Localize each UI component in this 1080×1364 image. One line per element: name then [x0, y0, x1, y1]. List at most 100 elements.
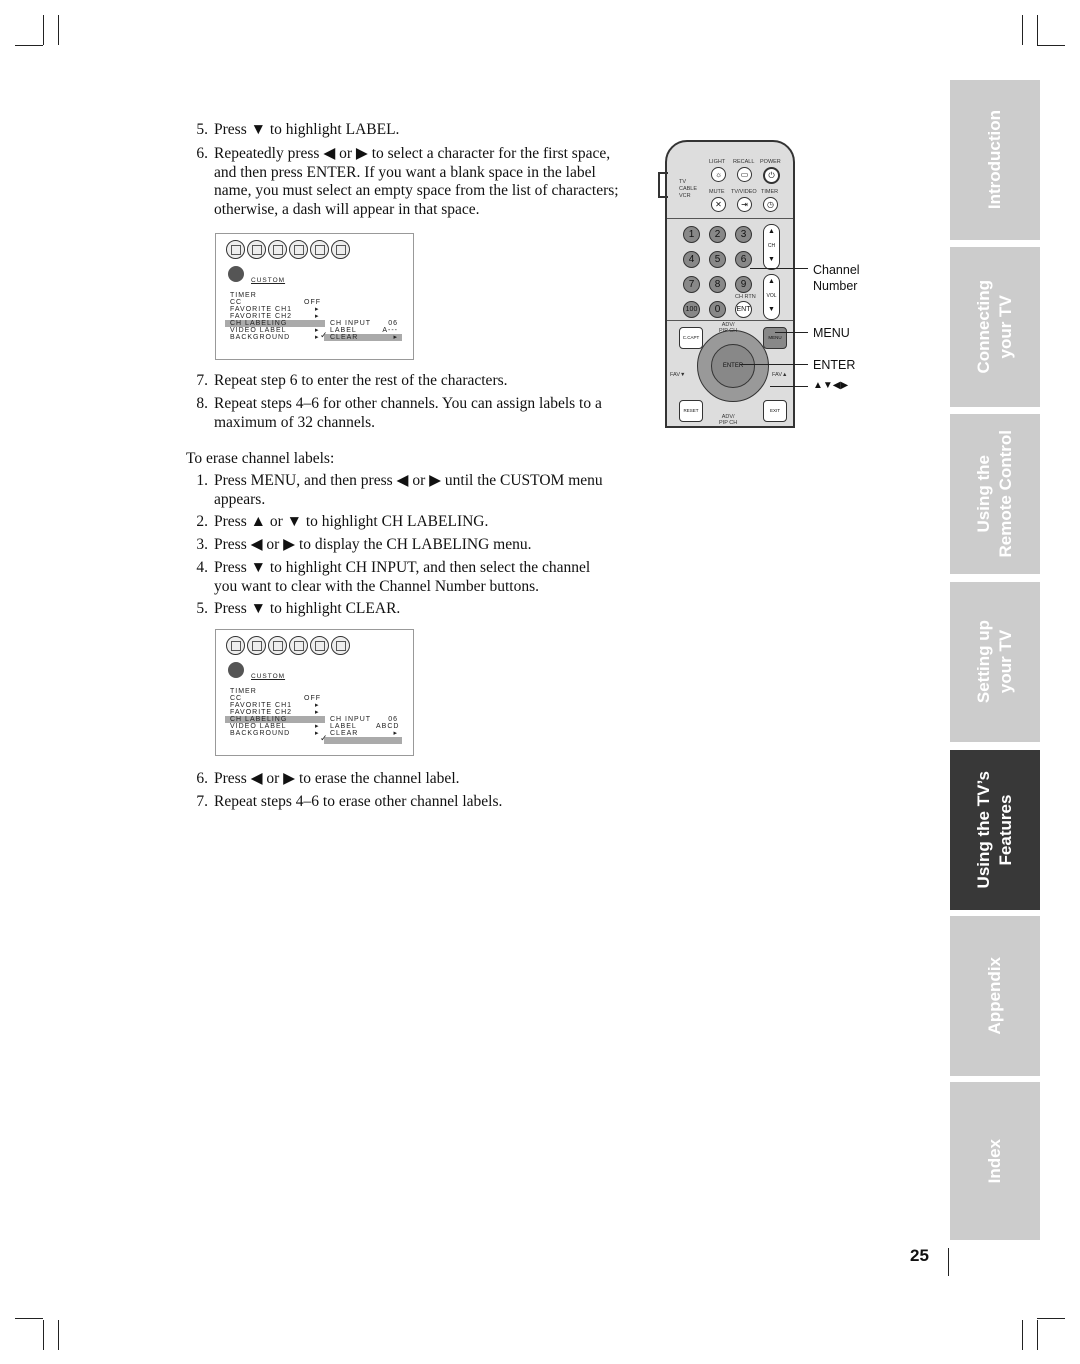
step-text: maximum of 32 channels.: [214, 413, 375, 431]
submenu-arrow: ▸: [315, 313, 320, 320]
menu-category-icon: [310, 636, 329, 655]
crop-mark: [1022, 1320, 1023, 1350]
custom-menu-screenshot-label: CUSTOM TIMER CC FAVORITE CH1 FAVORITE CH2 CH …: [215, 233, 414, 360]
step-text: Press ▼ to highlight CH INPUT, and then …: [214, 559, 591, 576]
submenu-item: CH INPUT: [330, 716, 372, 723]
step-text: Press ◀ or ▶ to display the CH LABELING …: [214, 536, 532, 553]
tab-label: Setting up your TV: [973, 620, 1017, 703]
page-number-rule: [948, 1248, 949, 1276]
menu-item: TIMER: [230, 292, 257, 299]
submenu-value: 06: [388, 320, 398, 327]
ch-label: CH: [767, 243, 776, 249]
submenu-arrow: ▸: [315, 723, 320, 730]
step-text: Repeat steps 4–6 for other channels. You…: [214, 395, 602, 412]
light-label: LIGHT: [709, 159, 726, 165]
submenu-item: CH INPUT: [330, 320, 372, 327]
tab-label-line: Appendix: [985, 957, 1004, 1035]
submenu-value: A---: [382, 327, 398, 334]
submenu-arrow: ▸: [315, 334, 320, 341]
icon-glyph: [294, 641, 304, 651]
tab-introduction[interactable]: Introduction: [950, 80, 1040, 240]
callout-line: [750, 268, 808, 269]
crop-mark: [43, 15, 44, 45]
submenu-arrow: ▸: [315, 730, 320, 737]
step-text: name, you must select an empty space fro…: [214, 182, 619, 199]
crop-mark: [15, 1318, 43, 1319]
cc-value: OFF: [304, 299, 321, 306]
mute-label: MUTE: [709, 189, 725, 195]
tab-index[interactable]: Index: [950, 1082, 1040, 1240]
crop-mark: [1037, 15, 1038, 45]
remote-control-illustration: LIGHT RECALL POWER ☼ ▭ ⏻ MUTE TV/VIDEO T…: [665, 140, 795, 428]
callout-arrows: ▲▼◀▶: [813, 380, 849, 391]
menu-item: VIDEO LABEL: [230, 327, 287, 334]
tab-setting-up-your-tv[interactable]: Setting up your TV: [950, 582, 1040, 742]
digit-button-9: 9: [735, 276, 752, 293]
tab-label-line: Using the TV’s: [974, 771, 993, 889]
menu-category-icon: [331, 636, 350, 655]
menu-category-icon: [247, 240, 266, 259]
submenu-item: CLEAR: [330, 334, 359, 341]
submenu-value: 06: [388, 716, 398, 723]
crop-mark: [58, 1320, 59, 1350]
recall-icon: ▭: [737, 167, 752, 182]
crop-mark: [1022, 15, 1023, 45]
switch-vcr: VCR: [679, 193, 691, 199]
icon-glyph: [315, 245, 325, 255]
tab-using-the-tv-s-features[interactable]: Using the TV’s Features: [950, 750, 1040, 910]
digit-button-6: 6: [735, 251, 752, 268]
step-text: Press ▼ to highlight CLEAR.: [214, 600, 401, 617]
switch-cable: CABLE: [679, 186, 698, 192]
icon-glyph: [336, 245, 346, 255]
tab-label-line: Introduction: [985, 110, 1004, 210]
timer-icon: ◷: [763, 197, 778, 212]
step-number: 7.: [196, 372, 208, 389]
tab-using-the-remote-control[interactable]: Using the Remote Control: [950, 414, 1040, 574]
menu-item: TIMER: [230, 688, 257, 695]
icon-glyph: [315, 641, 325, 651]
icon-glyph: [336, 641, 346, 651]
submenu-arrow: ▸: [315, 306, 320, 313]
step-number: 4.: [196, 559, 208, 576]
tab-label-line: your TV: [996, 630, 1015, 694]
tv-video-icon: ⇥: [737, 197, 752, 212]
tab-appendix[interactable]: Appendix: [950, 916, 1040, 1076]
menu-item: BACKGROUND: [230, 730, 291, 737]
step-number: 1.: [196, 472, 208, 489]
digit-button-1: 1: [683, 226, 700, 243]
step-text: otherwise, a dash will appear in that sp…: [214, 200, 480, 218]
step-text: you want to clear with the Channel Numbe…: [214, 577, 540, 595]
submenu-value: ▸: [393, 334, 398, 341]
menu-item: CC: [230, 695, 243, 702]
step-text: Press MENU, and then press ◀ or ▶ until …: [214, 472, 603, 489]
crop-mark: [43, 1320, 44, 1350]
step-text: Press ▲ or ▼ to highlight CH LABELING.: [214, 513, 489, 530]
mode-switch: [658, 172, 668, 198]
tab-label-line: your TV: [996, 295, 1015, 359]
digit-button-0: 0: [709, 301, 726, 318]
icon-glyph: [294, 245, 304, 255]
light-icon: ☼: [711, 167, 726, 182]
highlight-sub: [324, 737, 402, 744]
submenu-arrow: ▸: [315, 709, 320, 716]
icon-glyph: [273, 245, 283, 255]
tab-label-line: Using the: [974, 455, 993, 533]
menu-item: FAVORITE CH2: [230, 709, 293, 716]
tab-label-line: Index: [985, 1138, 1004, 1184]
step-number: 8.: [196, 395, 208, 412]
menu-item: CH LABELING: [230, 320, 288, 327]
erase-heading: To erase channel labels:: [186, 450, 335, 467]
crop-mark: [1037, 1320, 1038, 1350]
step-text: appears.: [214, 490, 266, 508]
digit-button-ENT: ENT: [735, 301, 752, 318]
tab-label-line: Remote Control: [996, 430, 1015, 558]
menu-item: BACKGROUND: [230, 334, 291, 341]
power-icon: ⏻: [763, 167, 780, 184]
digit-button-3: 3: [735, 226, 752, 243]
menu-category-icon: [289, 636, 308, 655]
menu-item: FAVORITE CH2: [230, 313, 293, 320]
tab-connecting-your-tv[interactable]: Connecting your TV: [950, 247, 1040, 407]
step-text: Repeatedly press ◀ or ▶ to select a char…: [214, 145, 611, 162]
step-number: 3.: [196, 536, 208, 553]
timer-label: TIMER: [761, 189, 779, 195]
